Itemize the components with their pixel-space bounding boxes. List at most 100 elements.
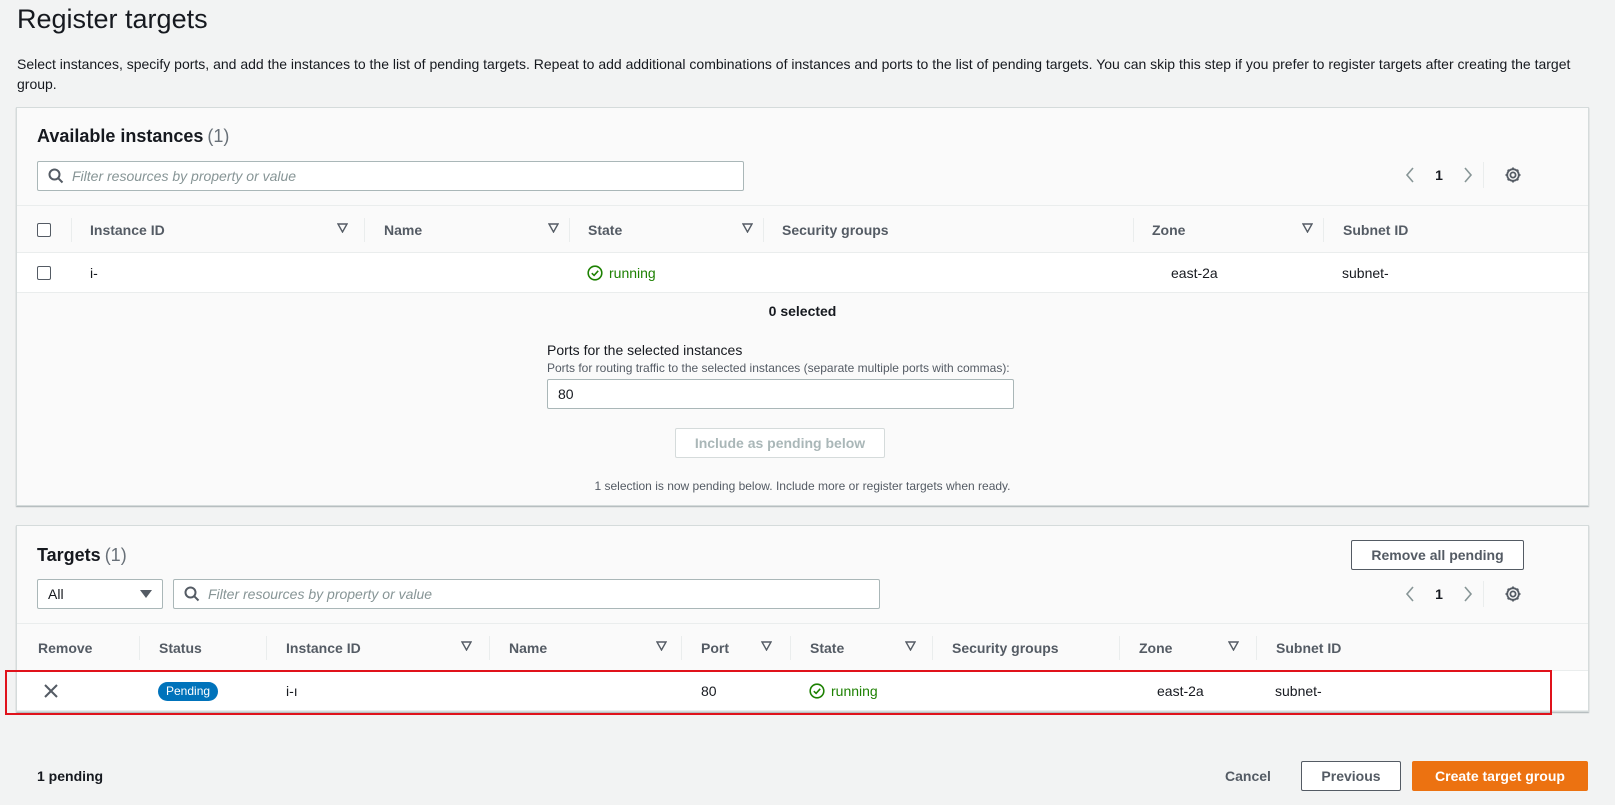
available-instances-title-text: Available instances <box>37 126 204 146</box>
targets-panel: Targets(1) Remove all pending All 1 Remo… <box>16 525 1589 712</box>
gear-icon <box>1505 586 1521 602</box>
ports-description: Ports for routing traffic to the selecte… <box>547 361 1010 375</box>
column-label: Zone <box>1139 640 1173 656</box>
column-divider <box>1119 636 1120 660</box>
column-label: Zone <box>1152 222 1186 238</box>
column-divider <box>1133 218 1134 242</box>
instance-id-cell[interactable]: i- <box>90 253 98 293</box>
previous-button[interactable]: Previous <box>1301 761 1401 791</box>
page-number[interactable]: 1 <box>1421 586 1457 602</box>
column-label: Port <box>701 640 729 656</box>
previous-page-button[interactable] <box>1399 583 1421 605</box>
filter-select-value: All <box>48 586 64 602</box>
check-circle-icon <box>809 683 825 699</box>
subnet-id-cell: subnet- <box>1275 683 1322 699</box>
chevron-right-icon <box>1464 586 1473 602</box>
column-divider <box>71 218 72 242</box>
targets-search-input[interactable] <box>200 585 879 603</box>
remove-all-pending-button[interactable]: Remove all pending <box>1351 540 1524 570</box>
column-label: Remove <box>38 640 93 656</box>
column-divider <box>266 636 267 660</box>
port-cell: 80 <box>701 683 717 699</box>
state-label: running <box>609 265 656 281</box>
available-search-box[interactable] <box>37 161 744 191</box>
search-icon <box>48 168 64 184</box>
sort-icon <box>761 641 772 651</box>
column-label: State <box>810 640 845 656</box>
targets-count: (1) <box>104 545 127 565</box>
select-all-checkbox[interactable] <box>37 223 51 237</box>
table-settings-button[interactable] <box>1501 582 1525 606</box>
previous-page-button[interactable] <box>1399 164 1421 186</box>
column-header-status: Status <box>159 624 202 672</box>
column-header-name[interactable]: Name <box>384 206 573 254</box>
pending-note: 1 selection is now pending below. Includ… <box>594 479 1011 493</box>
sort-icon <box>1228 641 1239 651</box>
ports-input[interactable]: 80 <box>547 379 1014 409</box>
row-checkbox[interactable] <box>37 266 51 280</box>
subnet-id-cell: subnet- <box>1342 265 1389 281</box>
column-header-zone[interactable]: Zone <box>1139 624 1253 672</box>
column-divider <box>489 636 490 660</box>
sort-icon <box>905 641 916 651</box>
close-icon <box>44 684 58 698</box>
table-settings-button[interactable] <box>1501 163 1525 187</box>
row-select-cell <box>37 253 51 293</box>
next-page-button[interactable] <box>1457 583 1479 605</box>
check-circle-icon <box>587 265 603 281</box>
column-header-port[interactable]: Port <box>701 624 786 672</box>
page-description: Select instances, specify ports, and add… <box>17 56 1571 92</box>
column-label: Security groups <box>782 222 889 238</box>
next-page-button[interactable] <box>1457 164 1479 186</box>
zone-cell: east-2a <box>1171 265 1218 281</box>
sort-icon <box>656 641 667 651</box>
column-divider <box>1256 636 1257 660</box>
available-table-header: Instance ID Name State Security groups Z… <box>17 205 1588 253</box>
available-pagination: 1 <box>1399 164 1479 186</box>
column-divider <box>569 218 570 242</box>
column-divider <box>932 636 933 660</box>
column-header-instance-id[interactable]: Instance ID <box>286 624 486 672</box>
status-badge: Pending <box>158 681 219 701</box>
zone-cell: east-2a <box>1157 683 1204 699</box>
select-all-cell <box>37 206 51 254</box>
column-label: Status <box>159 640 202 656</box>
gear-icon <box>1505 167 1521 183</box>
remove-target-button[interactable] <box>41 681 61 701</box>
column-header-remove: Remove <box>38 624 92 672</box>
column-header-name[interactable]: Name <box>509 624 681 672</box>
column-label: Subnet ID <box>1343 222 1409 238</box>
pending-count: 1 pending <box>37 768 104 784</box>
cancel-button[interactable]: Cancel <box>1208 761 1288 791</box>
sort-icon <box>548 223 559 233</box>
page-title: Register targets <box>17 4 208 34</box>
available-search-input[interactable] <box>64 167 743 185</box>
search-icon <box>184 586 200 602</box>
state-cell: running <box>809 671 878 711</box>
sort-icon <box>742 223 753 233</box>
targets-search-box[interactable] <box>173 579 880 609</box>
column-divider <box>364 218 365 242</box>
page-number[interactable]: 1 <box>1421 167 1457 183</box>
include-as-pending-button[interactable]: Include as pending below <box>675 428 885 458</box>
state-running: running <box>809 683 878 699</box>
column-header-state[interactable]: State <box>810 624 930 672</box>
column-header-state[interactable]: State <box>588 206 767 254</box>
ports-label: Ports for the selected instances <box>547 342 743 358</box>
create-target-group-button[interactable]: Create target group <box>1412 761 1588 791</box>
available-instances-count: (1) <box>207 126 230 146</box>
column-divider <box>763 218 764 242</box>
targets-filter-select[interactable]: All <box>37 579 163 609</box>
chevron-left-icon <box>1405 586 1414 602</box>
table-row[interactable]: i- running east-2a subnet- <box>17 253 1588 293</box>
column-header-zone[interactable]: Zone <box>1152 206 1327 254</box>
caret-down-icon <box>140 590 152 598</box>
targets-title: Targets (1) <box>37 545 127 566</box>
column-label: Name <box>384 222 423 238</box>
column-label: Name <box>509 640 548 656</box>
column-divider <box>1323 218 1324 242</box>
targets-pagination: 1 <box>1399 583 1479 605</box>
column-header-instance-id[interactable]: Instance ID <box>90 206 362 254</box>
available-instances-panel: Available instances(1) 1 Instance ID Nam… <box>16 107 1589 506</box>
table-row: Pending i-ı 80 running east-2a subnet- <box>17 671 1588 711</box>
